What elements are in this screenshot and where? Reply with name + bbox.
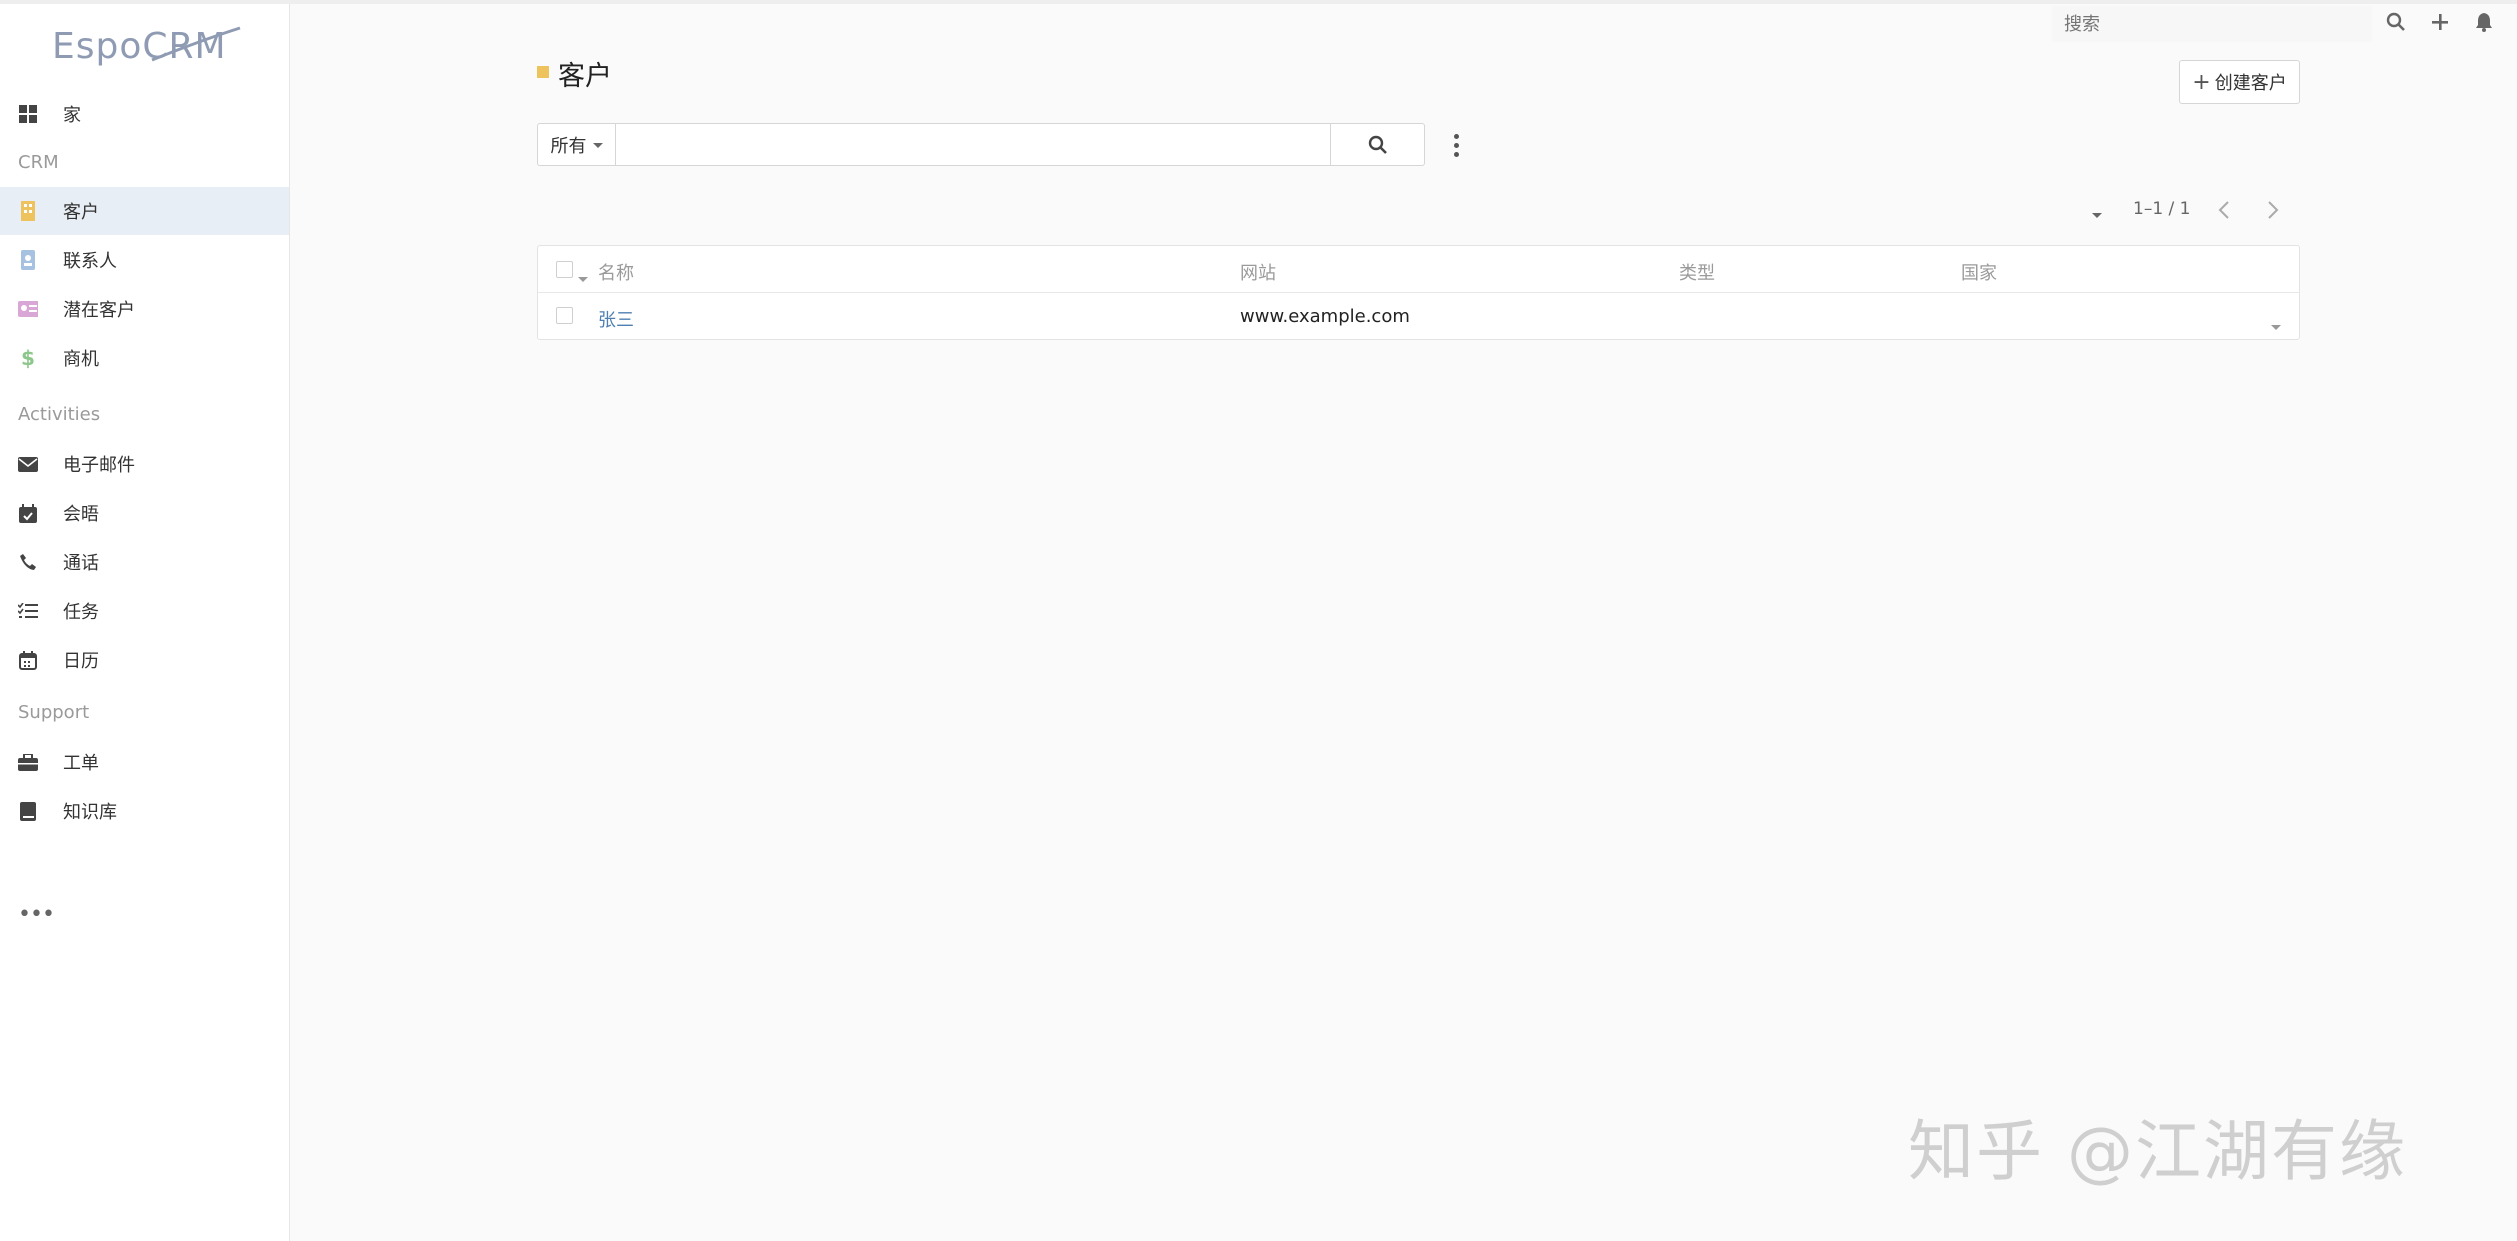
- plus-icon: +: [2192, 69, 2211, 95]
- sidebar-item-label: 家: [63, 105, 81, 126]
- section-label-crm: CRM: [18, 152, 59, 173]
- account-name-link[interactable]: 张三: [598, 306, 634, 332]
- dashboard-icon: [18, 104, 38, 124]
- bell-icon[interactable]: [2472, 10, 2496, 34]
- sidebar-item-label: 知识库: [63, 802, 117, 823]
- phone-icon: [18, 552, 38, 572]
- sidebar-item-label: 联系人: [63, 251, 117, 272]
- global-search-input[interactable]: [2052, 6, 2372, 42]
- ellipsis-icon[interactable]: •••: [18, 902, 55, 927]
- title-marker: [537, 66, 549, 78]
- calendar-icon: [18, 650, 38, 670]
- chevron-right-icon[interactable]: [2263, 197, 2283, 223]
- chevron-down-icon: [592, 143, 603, 148]
- book-icon: [18, 801, 38, 821]
- chevron-left-icon[interactable]: [2214, 197, 2234, 223]
- create-account-label: 创建客户: [2214, 73, 2287, 94]
- sidebar-item-meetings[interactable]: 会晤: [0, 489, 289, 537]
- list-search-input[interactable]: [615, 123, 1331, 166]
- row-checkbox[interactable]: [556, 307, 573, 324]
- table-header: 名称 网站 类型 国家: [538, 246, 2299, 293]
- envelope-icon: [18, 454, 38, 474]
- row-actions-dropdown-icon[interactable]: [2271, 315, 2281, 334]
- sidebar-item-emails[interactable]: 电子邮件: [0, 440, 289, 488]
- sidebar-item-cases[interactable]: 工单: [0, 738, 289, 786]
- task-list-icon: [18, 601, 38, 621]
- sidebar-item-label: 客户: [63, 202, 99, 223]
- sidebar-item-label: 电子邮件: [63, 455, 135, 476]
- section-label-activities: Activities: [18, 404, 101, 425]
- sidebar: EspoCRM 家 CRM 客户 联系人 潜在客户 $ 商机 Activitie…: [0, 4, 290, 1241]
- search-icon: [1368, 135, 1387, 154]
- page-title: 客户: [558, 61, 612, 92]
- logo-swoosh-icon: [151, 26, 241, 62]
- sidebar-item-label: 会晤: [63, 504, 99, 525]
- accounts-table: 名称 网站 类型 国家 张三 www.example.com: [537, 245, 2300, 340]
- pagination-text: 1–1 / 1: [2133, 199, 2191, 219]
- table-row: 张三 www.example.com: [538, 293, 2299, 340]
- account-website: www.example.com: [1240, 306, 1410, 327]
- column-header-name[interactable]: 名称: [598, 259, 634, 285]
- watermark: 知乎 @江湖有缘: [1908, 1113, 2407, 1190]
- select-all-caret-icon[interactable]: [578, 267, 588, 286]
- sidebar-item-calendar[interactable]: 日历: [0, 636, 289, 684]
- id-card-icon: [18, 299, 38, 319]
- sidebar-item-label: 潜在客户: [63, 300, 135, 321]
- sidebar-item-label: 日历: [63, 651, 99, 672]
- select-all-checkbox[interactable]: [556, 261, 573, 278]
- search-button[interactable]: [1330, 123, 1425, 166]
- sidebar-item-opportunities[interactable]: $ 商机: [0, 334, 289, 382]
- sidebar-item-knowledge-base[interactable]: 知识库: [0, 787, 289, 835]
- sidebar-item-label: 工单: [63, 753, 99, 774]
- dollar-icon: $: [21, 346, 35, 370]
- section-label-support: Support: [18, 702, 90, 723]
- column-header-type[interactable]: 类型: [1679, 259, 1715, 285]
- filter-dropdown[interactable]: 所有: [537, 123, 615, 166]
- sidebar-item-home[interactable]: 家: [0, 90, 289, 138]
- sidebar-item-label: 通话: [63, 553, 99, 574]
- contact-card-icon: [18, 250, 38, 270]
- sidebar-item-tasks[interactable]: 任务: [0, 587, 289, 635]
- calendar-check-icon: [18, 503, 38, 523]
- create-account-button[interactable]: + 创建客户: [2179, 60, 2300, 104]
- pagination-caret-icon[interactable]: [2090, 208, 2104, 222]
- sidebar-item-calls[interactable]: 通话: [0, 538, 289, 586]
- sidebar-item-contacts[interactable]: 联系人: [0, 236, 289, 284]
- filter-label: 所有: [550, 135, 587, 157]
- more-options-icon[interactable]: [1448, 131, 1464, 159]
- briefcase-icon: [18, 752, 38, 772]
- top-border: [0, 0, 2517, 4]
- column-header-country[interactable]: 国家: [1961, 259, 1997, 285]
- app-logo[interactable]: EspoCRM: [52, 22, 242, 74]
- column-header-website[interactable]: 网站: [1240, 259, 1276, 285]
- search-icon[interactable]: [2384, 10, 2408, 34]
- sidebar-item-accounts[interactable]: 客户: [0, 187, 289, 235]
- sidebar-item-leads[interactable]: 潜在客户: [0, 285, 289, 333]
- plus-icon[interactable]: [2428, 10, 2452, 34]
- sidebar-item-label: 商机: [63, 349, 99, 370]
- sidebar-item-label: 任务: [63, 602, 99, 623]
- building-icon: [18, 201, 38, 221]
